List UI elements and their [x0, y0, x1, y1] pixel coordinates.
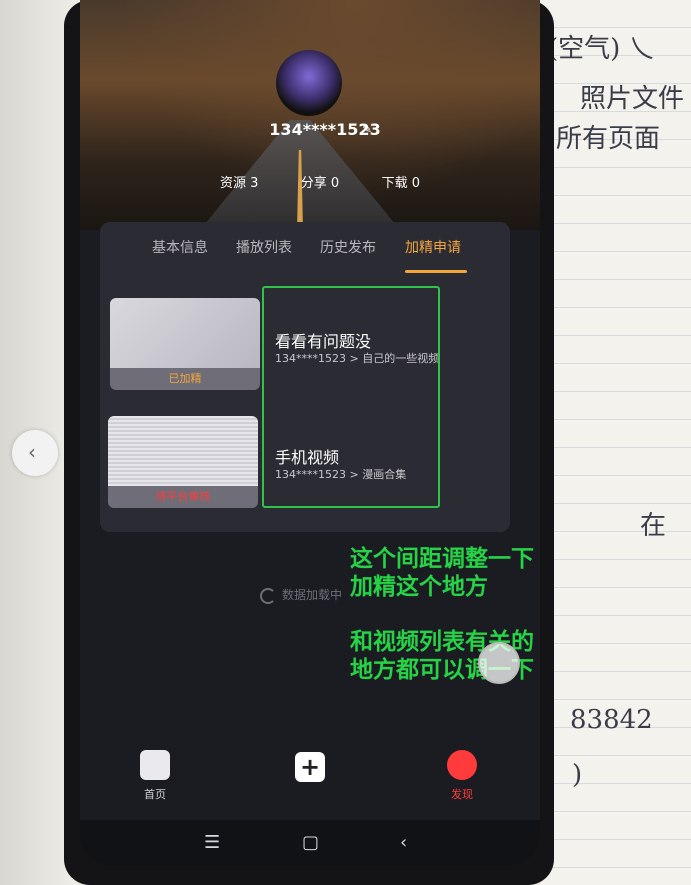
annotation-highlight-box: [262, 286, 440, 508]
spinner-icon: [260, 587, 276, 604]
avatar[interactable]: [276, 50, 342, 116]
nav-discover[interactable]: 发现: [442, 750, 482, 802]
status-badge-pending: 待平台审核: [108, 486, 258, 508]
status-badge-featured: 已加精: [110, 368, 260, 390]
system-nav-bar: ☰ ▢ ‹: [80, 820, 540, 865]
nav-add[interactable]: +: [292, 752, 328, 788]
annotation-line-1: 这个间距调整一下: [350, 546, 534, 572]
tab-basic-info[interactable]: 基本信息: [152, 237, 208, 257]
nav-home-label: 首页: [144, 788, 166, 801]
thumbnail-image: [110, 298, 260, 368]
loading-text: 数据加载中: [282, 588, 343, 602]
stats-row: 资源 3 分享 0 下载 0: [220, 172, 420, 191]
thumbnail-image: [108, 416, 258, 486]
nav-discover-label: 发现: [451, 788, 473, 801]
bottom-nav: 首页 + 发现: [80, 740, 540, 810]
stat-shares[interactable]: 分享 0: [301, 172, 339, 191]
chevron-left-icon: ‹: [28, 440, 36, 464]
loading-indicator: 数据加载中: [260, 586, 342, 604]
stat-downloads[interactable]: 下载 0: [382, 172, 420, 191]
home-icon: [140, 750, 170, 780]
username: 134****1523: [269, 120, 381, 139]
notebook-paper: (空气) 乀 照片文件 所有页面 在 83842 ): [540, 0, 691, 885]
menu-icon[interactable]: ☰: [204, 832, 220, 853]
floating-assist-button[interactable]: [478, 642, 520, 684]
tab-playlist[interactable]: 播放列表: [236, 237, 292, 257]
handwriting-line-2: 照片文件: [580, 84, 685, 114]
back-icon[interactable]: ‹: [400, 832, 407, 853]
home-circle-icon[interactable]: ▢: [302, 832, 319, 853]
tab-underline: [405, 270, 467, 273]
annotation-line-2: 加精这个地方: [350, 574, 488, 600]
floating-back-button[interactable]: ‹: [12, 430, 58, 476]
edit-icon[interactable]: ✎: [362, 122, 372, 136]
item-thumbnail-1[interactable]: 已加精: [110, 298, 260, 390]
handwriting-line-5: 83842: [570, 705, 653, 735]
plus-icon: +: [295, 752, 325, 782]
stat-resources[interactable]: 资源 3: [220, 172, 258, 191]
handwriting-line-4: 在: [640, 511, 667, 541]
handwriting-line-3: 所有页面: [556, 124, 661, 154]
item-thumbnail-2[interactable]: 待平台审核: [108, 416, 258, 508]
handwriting-line-1: (空气) 乀: [548, 34, 655, 64]
tab-history[interactable]: 历史发布: [320, 237, 376, 257]
nav-home[interactable]: 首页: [135, 750, 175, 802]
tab-featured-request[interactable]: 加精申请: [405, 237, 461, 257]
planet-icon: [447, 750, 477, 780]
handwriting-line-6: ): [572, 760, 583, 790]
